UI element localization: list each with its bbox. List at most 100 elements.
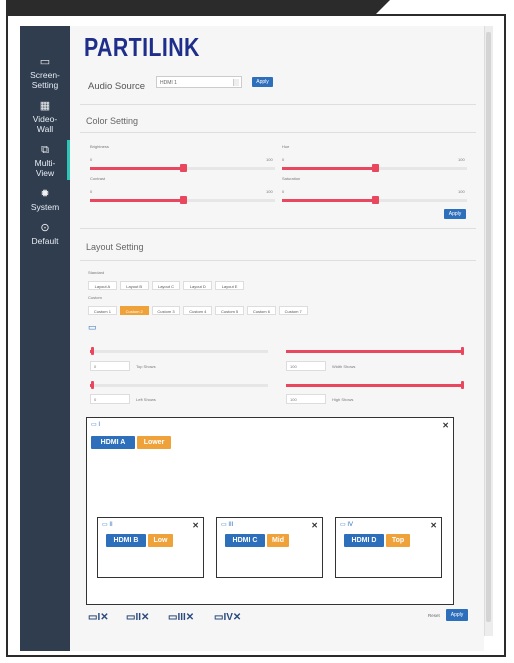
slider-handle[interactable] xyxy=(371,164,379,172)
slider-fill xyxy=(90,199,183,202)
sidebar-item-system[interactable]: ✹ System xyxy=(20,182,70,216)
hue-label: Hue xyxy=(282,144,290,149)
brightness-min: 0 xyxy=(90,157,93,162)
slider-fill xyxy=(282,167,375,170)
layout-chip[interactable]: Layout A xyxy=(88,281,117,290)
divider xyxy=(80,228,476,229)
left-shows-slider[interactable] xyxy=(90,381,268,389)
toggle-window-3[interactable]: ▭III✕ xyxy=(168,612,194,623)
sidebar-item-label: System xyxy=(30,202,60,212)
contrast-min: 0 xyxy=(90,189,93,194)
sidebar-item-label: Screen- Setting xyxy=(30,70,60,90)
high-shows-input[interactable]: 100 xyxy=(286,394,326,404)
layout-chip[interactable]: Custom 3 xyxy=(151,306,181,315)
layout-chip[interactable]: Custom 7 xyxy=(278,306,308,315)
sidebar-item-multi-view[interactable]: ⧉ Multi- View xyxy=(20,138,70,182)
slider-handle[interactable] xyxy=(90,347,94,355)
window-source-tag[interactable]: HDMI B xyxy=(106,534,146,547)
layout-chip[interactable]: Custom 2 xyxy=(119,306,149,315)
top-shows-slider[interactable] xyxy=(90,347,268,355)
saturation-slider[interactable] xyxy=(282,196,467,204)
top-tab-bar xyxy=(6,0,390,14)
window-source-tag[interactable]: HDMI C xyxy=(225,534,265,547)
high-shows-slider[interactable] xyxy=(286,381,464,389)
slider-handle[interactable] xyxy=(371,196,379,204)
layout-setting-title: Layout Setting xyxy=(86,242,144,252)
window-number: II xyxy=(109,522,113,528)
layout-chip[interactable]: Custom 5 xyxy=(215,306,244,315)
slider-fill xyxy=(282,199,375,202)
close-icon[interactable]: ✕ xyxy=(430,521,437,530)
slider-fill xyxy=(286,350,464,353)
scrollbar[interactable] xyxy=(484,26,493,636)
width-shows-slider[interactable] xyxy=(286,347,464,355)
width-shows-input[interactable]: 100 xyxy=(286,361,326,371)
multiview-icon: ⧉ xyxy=(41,144,49,156)
close-icon[interactable]: ✕ xyxy=(192,521,199,530)
sidebar-item-label: Default xyxy=(31,236,59,246)
slider-fill xyxy=(286,384,464,387)
window-number: I xyxy=(98,422,101,428)
window-layer-tag[interactable]: Mid xyxy=(267,534,289,547)
left-shows-label: Left Shows xyxy=(136,397,156,402)
toggle-label: I xyxy=(97,612,101,623)
grid-icon: ▦ xyxy=(39,100,51,112)
window-1[interactable]: ▭ I ✕ HDMI A Lower ▭ II ✕ HDMI B Low ▭ I… xyxy=(86,417,454,605)
slider-handle[interactable] xyxy=(179,196,187,204)
slider-handle[interactable] xyxy=(179,164,187,172)
window-3[interactable]: ▭ III ✕ HDMI C Mid xyxy=(216,517,323,578)
sidebar-item-default[interactable]: ⊙ Default xyxy=(20,216,70,250)
close-icon[interactable]: ✕ xyxy=(442,421,449,430)
close-icon[interactable]: ✕ xyxy=(311,521,318,530)
layout-apply-button[interactable]: Apply xyxy=(446,609,468,621)
reset-button[interactable]: Reset xyxy=(428,613,440,618)
window-layer-tag[interactable]: Lower xyxy=(137,436,171,449)
custom-label: Custom xyxy=(88,295,102,300)
high-shows-label: High Shows xyxy=(332,397,354,402)
layout-chip[interactable]: Layout B xyxy=(119,281,149,290)
partilink-logo: PARTILINK xyxy=(84,32,200,62)
layout-chip[interactable]: Layout D xyxy=(183,281,213,290)
window-source-tag[interactable]: HDMI A xyxy=(91,436,135,449)
slider-handle[interactable] xyxy=(90,381,94,389)
layout-chip[interactable]: Layout C xyxy=(151,281,181,290)
sidebar: ▭ Screen- Setting ▦ Video- Wall ⧉ Multi- Vi… xyxy=(20,26,70,651)
sidebar-item-video-wall[interactable]: ▦ Video- Wall xyxy=(20,94,70,138)
saturation-label: Saturation xyxy=(282,176,301,181)
brightness-slider[interactable] xyxy=(90,164,275,172)
color-apply-button[interactable]: Apply xyxy=(444,209,466,219)
top-shows-input[interactable]: 0 xyxy=(90,361,130,371)
window-source-tag[interactable]: HDMI D xyxy=(344,534,384,547)
window-4[interactable]: ▭ IV ✕ HDMI D Top xyxy=(335,517,442,578)
toggle-window-4[interactable]: ▭IV✕ xyxy=(214,612,241,623)
saturation-max: 100 xyxy=(458,189,465,194)
audio-apply-button[interactable]: Apply xyxy=(252,77,273,87)
brightness-label: Brightness xyxy=(90,144,109,149)
window-2[interactable]: ▭ II ✕ HDMI B Low xyxy=(97,517,204,578)
contrast-slider[interactable] xyxy=(90,196,275,204)
sidebar-item-screen-setting[interactable]: ▭ Screen- Setting xyxy=(20,50,70,94)
toggle-window-1[interactable]: ▭I✕ xyxy=(88,612,109,623)
window-layer-tag[interactable]: Low xyxy=(148,534,173,547)
main-content: PARTILINK Audio Source HDMI 1 Apply Colo… xyxy=(70,26,484,651)
window-layer-tag[interactable]: Top xyxy=(386,534,410,547)
window-monitor-icon: ▭ IV xyxy=(340,522,354,528)
left-shows-input[interactable]: 0 xyxy=(90,394,130,404)
window-number: IV xyxy=(347,522,354,528)
toggle-window-2[interactable]: ▭II✕ xyxy=(126,612,149,623)
window-number: III xyxy=(228,522,234,528)
divider xyxy=(80,132,476,133)
slider-handle[interactable] xyxy=(461,381,464,389)
sidebar-item-label: Video- Wall xyxy=(32,114,58,134)
layout-chip[interactable]: Custom 4 xyxy=(183,306,213,315)
slider-handle[interactable] xyxy=(461,347,464,355)
layout-chip[interactable]: Custom 6 xyxy=(247,306,276,315)
hue-slider[interactable] xyxy=(282,164,467,172)
layout-chip[interactable]: Custom 1 xyxy=(88,306,117,315)
audio-source-select[interactable]: HDMI 1 xyxy=(156,76,242,88)
layout-chip[interactable]: Layout E xyxy=(215,281,244,290)
saturation-min: 0 xyxy=(282,189,285,194)
brightness-max: 100 xyxy=(266,157,273,162)
contrast-label: Contrast xyxy=(90,176,106,181)
slider-fill xyxy=(90,167,183,170)
